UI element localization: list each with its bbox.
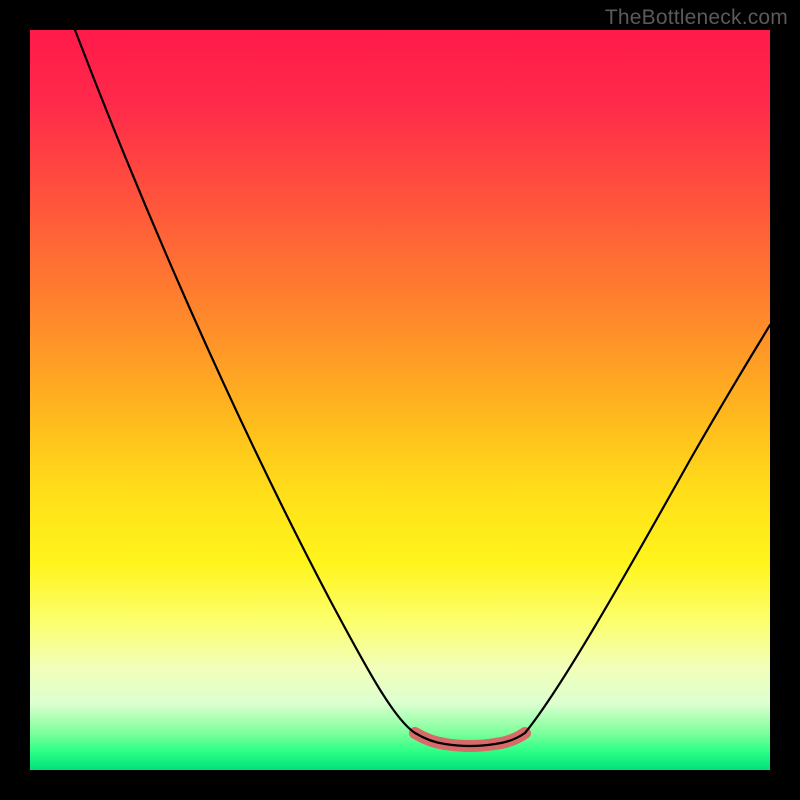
bottleneck-curve: [75, 30, 770, 746]
plot-area: [30, 30, 770, 770]
chart-stage: TheBottleneck.com: [0, 0, 800, 800]
watermark-text: TheBottleneck.com: [605, 6, 788, 30]
curve-layer: [30, 30, 770, 770]
optimal-range-highlight: [415, 733, 525, 746]
